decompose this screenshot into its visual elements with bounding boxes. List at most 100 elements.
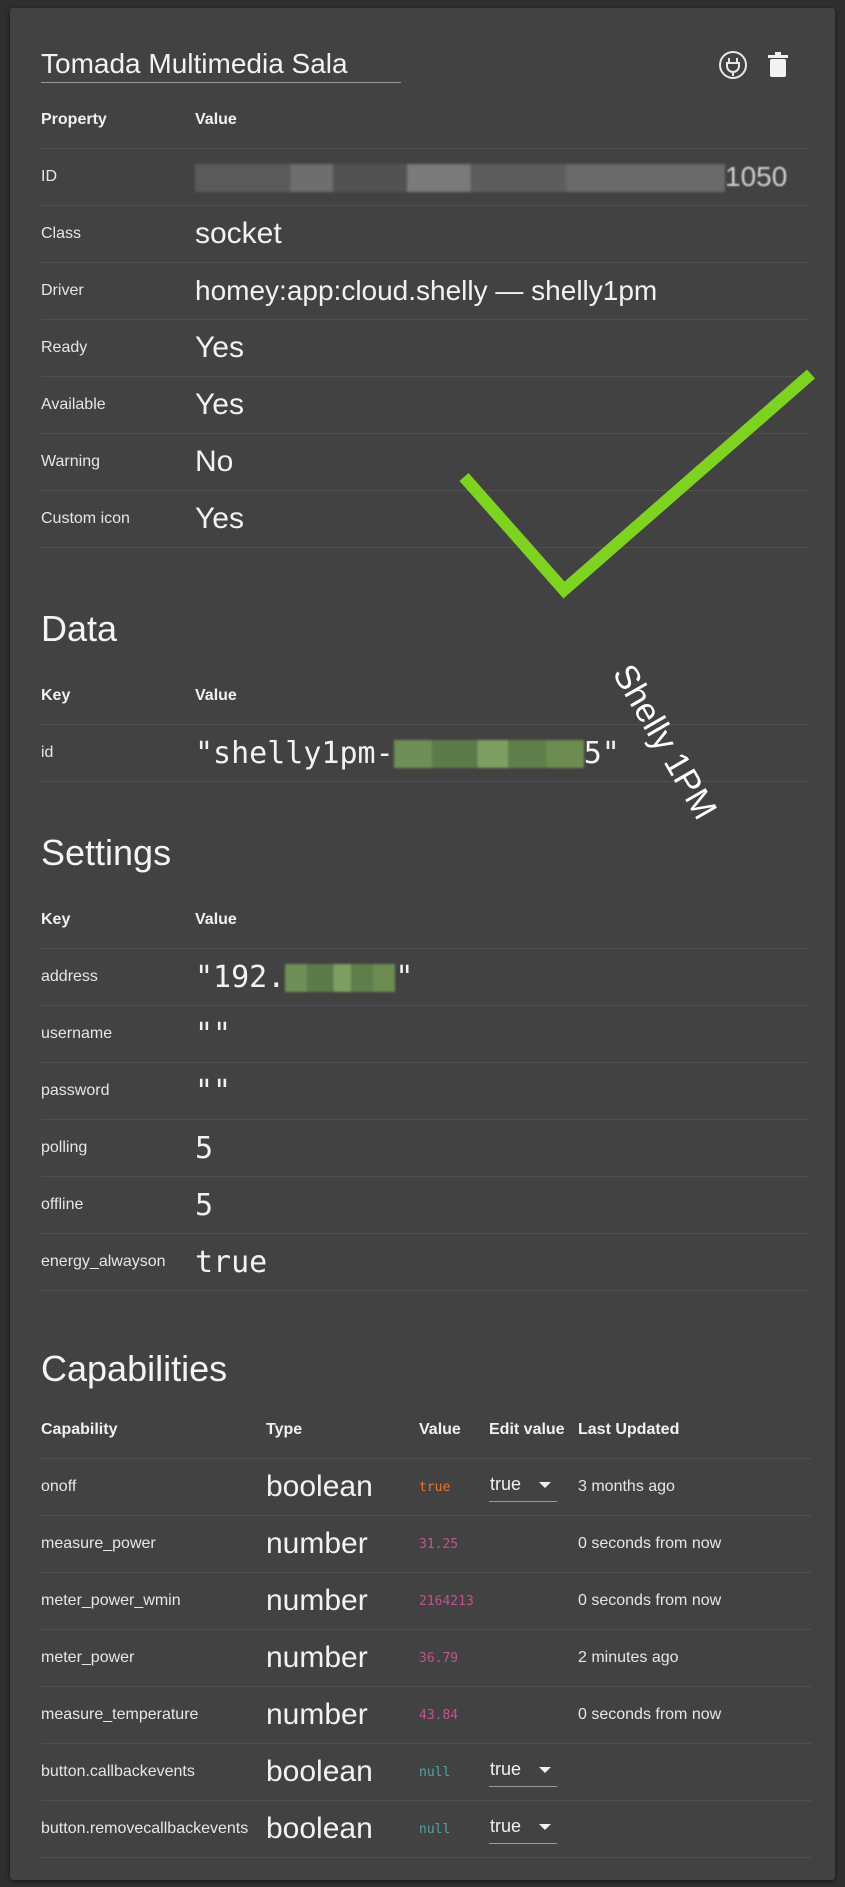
device-name-input[interactable]: Tomada Multimedia Sala [41, 38, 401, 83]
chevron-down-icon [539, 1824, 551, 1830]
property-value: 1050 [195, 148, 809, 206]
table-row: address "192. " [41, 948, 809, 1006]
table-row: button.removecallbackevents boolean null… [41, 1800, 811, 1858]
chevron-down-icon [539, 1767, 551, 1773]
col-type: Type [266, 1402, 419, 1459]
capability-name: meter_power_wmin [41, 1572, 266, 1630]
property-key: Available [41, 376, 195, 434]
col-key: Key [41, 892, 195, 949]
capability-value: null [419, 1743, 489, 1801]
capability-type: number [266, 1572, 419, 1630]
table-row: Driver homey:app:cloud.shelly — shelly1p… [41, 262, 809, 320]
capability-edit: true [489, 1743, 578, 1801]
setting-key: username [41, 1005, 195, 1063]
table-row: polling 5 [41, 1119, 809, 1177]
data-value: "shelly1pm- 5" [195, 724, 809, 782]
setting-key: polling [41, 1119, 195, 1177]
col-last-updated: Last Updated [578, 1402, 811, 1459]
trash-icon[interactable] [761, 48, 795, 82]
capability-updated [578, 1743, 811, 1801]
table-row: Class socket [41, 205, 809, 263]
capability-value: null [419, 1800, 489, 1858]
table-row: offline 5 [41, 1176, 809, 1234]
capability-updated [578, 1800, 811, 1858]
capability-value: 31.25 [419, 1515, 489, 1573]
setting-value: "" [195, 1005, 809, 1063]
table-row: ID 1050 [41, 148, 809, 206]
capability-edit [489, 1572, 578, 1630]
capability-value: 36.79 [419, 1629, 489, 1687]
setting-value: "192. " [195, 948, 809, 1006]
select-value: true [490, 1474, 522, 1494]
table-row: Warning No [41, 433, 809, 491]
capability-edit [489, 1629, 578, 1687]
plug-icon[interactable] [716, 48, 750, 82]
redacted-block [285, 964, 396, 992]
col-edit-value: Edit value [489, 1402, 578, 1459]
select-value: true [490, 1816, 522, 1836]
capability-type: number [266, 1629, 419, 1687]
property-value: homey:app:cloud.shelly — shelly1pm [195, 262, 809, 320]
table-row: energy_alwayson true [41, 1233, 809, 1291]
section-title-capabilities: Capabilities [41, 1348, 228, 1389]
capability-type: number [266, 1686, 419, 1744]
table-row: Ready Yes [41, 319, 809, 377]
table-row: username "" [41, 1005, 809, 1063]
col-capability: Capability [41, 1402, 266, 1459]
capability-updated: 0 seconds from now [578, 1515, 811, 1573]
capability-name: button.removecallbackevents [41, 1800, 266, 1858]
setting-value: true [195, 1233, 809, 1291]
property-key: Ready [41, 319, 195, 377]
table-row: Available Yes [41, 376, 809, 434]
capability-type: number [266, 1515, 419, 1573]
capability-name: meter_power [41, 1629, 266, 1687]
col-value: Value [195, 668, 809, 725]
col-value: Value [195, 892, 809, 949]
device-name-text: Tomada Multimedia Sala [41, 48, 348, 79]
redacted-block [195, 164, 725, 193]
table-row: password "" [41, 1062, 809, 1120]
edit-value-select[interactable]: true [489, 1809, 557, 1844]
redacted-block [393, 740, 584, 768]
table-row: id "shelly1pm- 5" [41, 724, 809, 782]
setting-value: 5 [195, 1176, 809, 1234]
property-key: Custom icon [41, 490, 195, 548]
capability-edit [489, 1515, 578, 1573]
select-value: true [490, 1759, 522, 1779]
capability-value: 2164213 [419, 1572, 489, 1630]
data-key: id [41, 724, 195, 782]
capability-updated: 0 seconds from now [578, 1686, 811, 1744]
col-property: Property [41, 92, 195, 149]
settings-table: Key Value address "192. " username "" pas… [41, 892, 809, 1291]
capability-updated: 3 months ago [578, 1458, 811, 1516]
capability-edit: true [489, 1800, 578, 1858]
table-row: measure_power number 31.25 0 seconds fro… [41, 1515, 811, 1573]
table-row: Custom icon Yes [41, 490, 809, 548]
property-key: ID [41, 148, 195, 206]
property-value: socket [195, 205, 809, 263]
setting-key: offline [41, 1176, 195, 1234]
edit-value-select[interactable]: true [489, 1752, 557, 1787]
table-row: measure_temperature number 43.84 0 secon… [41, 1686, 811, 1744]
property-value: No [195, 433, 809, 491]
data-value-prefix: "shelly1pm- [195, 735, 394, 771]
edit-value-select[interactable]: true [489, 1467, 557, 1502]
property-value: Yes [195, 376, 809, 434]
capabilities-table: Capability Type Value Edit value Last Up… [41, 1402, 811, 1858]
capability-name: measure_power [41, 1515, 266, 1573]
property-value: Yes [195, 319, 809, 377]
section-title-settings: Settings [41, 832, 172, 873]
property-value: Yes [195, 490, 809, 548]
property-key: Class [41, 205, 195, 263]
properties-table: Property Value ID 1050 Class socket Driv… [41, 92, 809, 548]
setting-key: energy_alwayson [41, 1233, 195, 1291]
capability-type: boolean [266, 1458, 419, 1516]
capability-name: measure_temperature [41, 1686, 266, 1744]
data-table: Key Value id "shelly1pm- 5" [41, 668, 809, 782]
setting-key: password [41, 1062, 195, 1120]
device-card: Tomada Multimedia Sala Property Value ID… [10, 8, 835, 1880]
capability-type: boolean [266, 1743, 419, 1801]
setting-key: address [41, 948, 195, 1006]
capability-value: 43.84 [419, 1686, 489, 1744]
section-title-data: Data [41, 608, 118, 649]
